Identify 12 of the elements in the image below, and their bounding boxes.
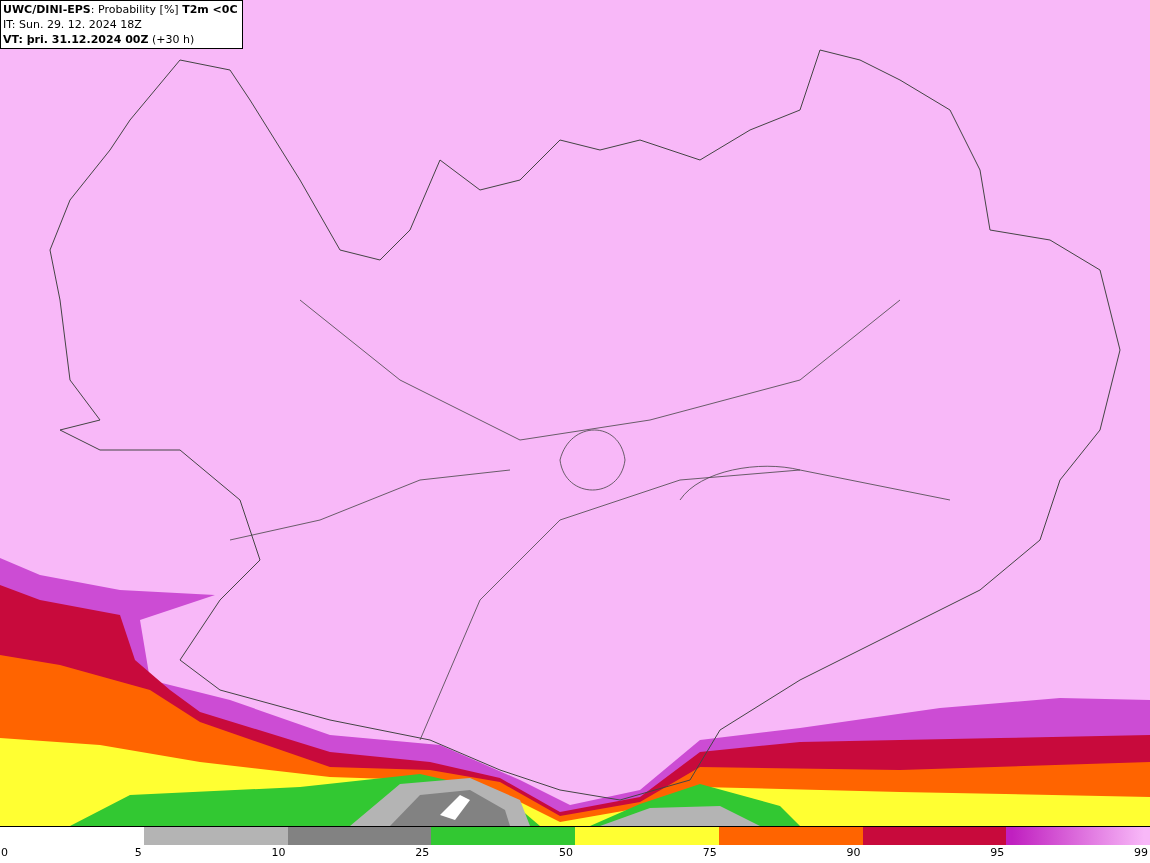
legend-tick-label: 0	[1, 845, 8, 861]
legend-tick-label: 5	[134, 845, 142, 861]
legend-tick-label: 50	[559, 845, 573, 861]
legend-tick-label: 75	[702, 845, 717, 861]
valid-time: VT: þri. 31.12.2024 00Z (+30 h)	[3, 32, 196, 47]
legend-tick-label: 10	[271, 845, 286, 861]
legend-tick-label: 95	[990, 845, 1005, 861]
map-title: UWC/DINI-EPS: Probability [%] T2m <0C	[3, 2, 238, 17]
legend-tick-label: 99	[1134, 845, 1148, 861]
legend-tick-label: 25	[415, 845, 430, 861]
init-time: IT: Sun. 29. 12. 2024 18Z	[3, 17, 143, 32]
legend-tick-label: 90	[846, 845, 861, 861]
